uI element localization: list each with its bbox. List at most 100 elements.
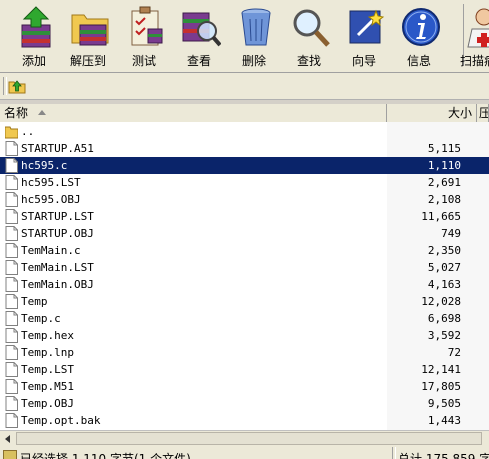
column-size[interactable]: 大小: [387, 104, 477, 122]
file-row[interactable]: TemMain.LST 5,027: [0, 259, 489, 276]
add-label: 添加: [21, 54, 46, 68]
delete-label: 删除: [241, 54, 266, 68]
file-size: 12,141: [421, 363, 461, 376]
column-name-label: 名称: [4, 106, 29, 120]
file-size: 3,592: [427, 329, 461, 342]
file-icon: [5, 311, 18, 326]
column-packed[interactable]: 压: [477, 104, 489, 122]
file-row[interactable]: Temp.LST 12,141: [0, 361, 489, 378]
file-name: Temp.LST: [21, 363, 74, 376]
file-size: 17,805: [421, 380, 461, 393]
file-icon: [5, 141, 18, 156]
extract-button[interactable]: 解压到: [61, 2, 115, 70]
view-label: 查看: [186, 54, 211, 68]
file-name: Temp.hex: [21, 329, 74, 342]
file-row[interactable]: Temp.lnp 72: [0, 344, 489, 361]
column-size-label: 大小: [447, 106, 472, 120]
horizontal-scrollbar[interactable]: [0, 430, 489, 447]
file-name: Temp.OBJ: [21, 397, 74, 410]
scan-button[interactable]: 扫描病: [458, 2, 489, 70]
file-row[interactable]: STARTUP.LST 11,665: [0, 208, 489, 225]
column-name[interactable]: 名称: [0, 104, 387, 122]
file-icon: [5, 243, 18, 258]
file-name: STARTUP.LST: [21, 210, 94, 223]
file-row[interactable]: hc595.OBJ 2,108: [0, 191, 489, 208]
doctor-icon: [467, 8, 489, 48]
file-name: Temp.c: [21, 312, 61, 325]
file-icon: [5, 345, 18, 360]
file-size: 749: [441, 227, 461, 240]
file-row[interactable]: hc595.c 1,110: [0, 157, 489, 174]
file-row[interactable]: hc595.LST 2,691: [0, 174, 489, 191]
file-icon: [5, 379, 18, 394]
file-size: 5,027: [427, 261, 461, 274]
status-divider: [392, 447, 396, 459]
file-row[interactable]: TemMain.c 2,350: [0, 242, 489, 259]
file-icon: [5, 158, 18, 173]
extract-icon: [71, 14, 109, 46]
file-row[interactable]: Temp.c 6,698: [0, 310, 489, 327]
file-icon: [5, 362, 18, 377]
file-name: Temp.lnp: [21, 346, 74, 359]
file-name: Temp.opt.bak: [21, 414, 101, 427]
file-size: 2,350: [427, 244, 461, 257]
file-icon: [5, 396, 18, 411]
file-row[interactable]: STARTUP.OBJ 749: [0, 225, 489, 242]
archive-icon: [3, 450, 17, 459]
file-name: TemMain.LST: [21, 261, 94, 274]
file-size: 2,108: [427, 193, 461, 206]
status-selection: 已经选择 1,110 字节(1 个文件): [20, 452, 191, 459]
file-size: 9,505: [427, 397, 461, 410]
search-icon: [293, 9, 330, 47]
wizard-label: 向导: [351, 54, 376, 68]
file-icon: [5, 260, 18, 275]
find-button[interactable]: 查找: [282, 2, 336, 70]
file-list: .. STARTUP.A51 5,115 hc595.c 1,110 hc595.LST 2…: [0, 122, 489, 430]
test-button[interactable]: 测试: [117, 2, 171, 70]
info-button[interactable]: 信息: [392, 2, 446, 70]
file-row[interactable]: Temp.opt.bak 1,443: [0, 412, 489, 429]
file-name: TemMain.OBJ: [21, 278, 94, 291]
up-folder-icon[interactable]: [8, 77, 26, 95]
file-row[interactable]: Temp.hex 3,592: [0, 327, 489, 344]
file-name: hc595.c: [21, 159, 68, 172]
status-total: 总计 175,859 字: [398, 452, 489, 459]
info-icon: [402, 8, 440, 46]
toolbar: 添加 解压到 测试 查看 删除 查找 向导 信息 扫描: [0, 0, 489, 73]
file-size: 4,163: [427, 278, 461, 291]
add-icon: [21, 6, 51, 48]
add-button[interactable]: 添加: [7, 2, 61, 70]
file-icon: [5, 175, 18, 190]
info-label: 信息: [406, 54, 431, 68]
wizard-button[interactable]: 向导: [337, 2, 391, 70]
column-packed-label: 压: [479, 106, 488, 120]
view-button[interactable]: 查看: [172, 2, 226, 70]
file-row[interactable]: STARTUP.A51 5,115: [0, 140, 489, 157]
folder-icon: [5, 126, 18, 139]
file-name: Temp: [21, 295, 48, 308]
file-name: ..: [21, 125, 35, 138]
file-icon: [5, 294, 18, 309]
wizard-icon: [349, 9, 385, 44]
test-label: 测试: [131, 54, 156, 68]
file-row[interactable]: Temp 12,028: [0, 293, 489, 310]
file-name: STARTUP.OBJ: [21, 227, 94, 240]
file-size: 72: [447, 346, 461, 359]
file-row[interactable]: Temp.OBJ 9,505: [0, 395, 489, 412]
scroll-left-icon[interactable]: [1, 432, 15, 446]
file-row[interactable]: Temp.M51 17,805: [0, 378, 489, 395]
file-icon: [5, 328, 18, 343]
find-label: 查找: [296, 54, 321, 68]
file-row[interactable]: ..: [0, 123, 489, 140]
scrollbar-thumb[interactable]: [16, 432, 482, 445]
file-row[interactable]: TemMain.OBJ 4,163: [0, 276, 489, 293]
file-name: hc595.LST: [21, 176, 81, 189]
file-icon: [5, 226, 18, 241]
file-icon: [5, 192, 18, 207]
file-size: 6,698: [427, 312, 461, 325]
file-icon: [5, 277, 18, 292]
view-icon: [182, 12, 221, 47]
file-name: STARTUP.A51: [21, 142, 94, 155]
delete-button[interactable]: 删除: [227, 2, 281, 70]
file-size: 1,110: [427, 159, 461, 172]
